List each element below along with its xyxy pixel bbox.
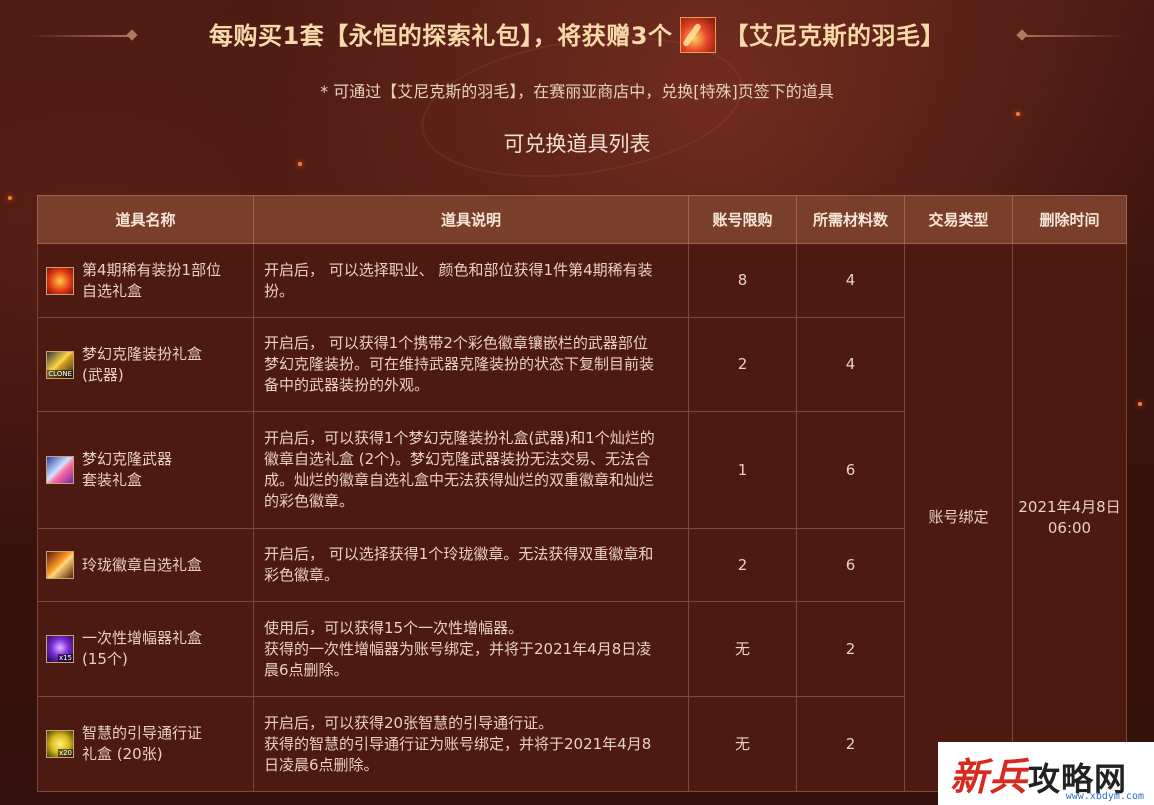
clone-weapon-set-icon [46, 456, 74, 484]
weapon-clone-icon: CLONE [46, 350, 74, 379]
ember-particle [298, 162, 302, 166]
item-name: 梦幻克隆装扮礼盒 (武器) [82, 344, 203, 384]
list-title: 可兑换道具列表 [503, 132, 651, 156]
table-header-row: 道具名称 道具说明 账号限购 所需材料数 交易类型 删除时间 [37, 195, 1127, 244]
account-limit: 2 [688, 528, 797, 602]
item-name: 智慧的引导通行证 礼盒 (20张) [82, 724, 203, 763]
item-name-cell: CLONE 梦幻克隆装扮礼盒 (武器) [37, 317, 254, 412]
materials-count: 6 [796, 411, 905, 529]
materials-count: 4 [796, 243, 905, 318]
item-name-cell: 玲珑徽章自选礼盒 [37, 528, 254, 602]
delete-time: 2021年4月8日 06:00 [1012, 243, 1127, 792]
amplifier-icon: x15 [46, 635, 74, 663]
account-limit: 8 [688, 243, 797, 318]
item-name-cell: 梦幻克隆武器 套装礼盒 [37, 411, 254, 529]
materials-count: 6 [796, 528, 905, 602]
materials-count: 2 [796, 696, 905, 792]
exchange-table-container: 道具名称 道具说明 账号限购 所需材料数 交易类型 删除时间 第4期稀有装扮1部… [37, 195, 1127, 792]
trade-type: 账号绑定 [904, 243, 1013, 792]
header-account-limit: 账号限购 [688, 195, 797, 244]
item-name-cell: x15 一次性增幅器礼盒 (15个) [37, 601, 254, 697]
item-description: 开启后，可以获得20张智慧的引导通行证。 获得的智慧的引导通行证为账号绑定，并将于… [253, 696, 689, 792]
header-delete-time: 删除时间 [1012, 195, 1127, 244]
exchange-table: 道具名称 道具说明 账号限购 所需材料数 交易类型 删除时间 第4期稀有装扮1部… [37, 195, 1127, 792]
item-description: 开启后， 可以选择职业、 颜色和部位获得1件第4期稀有装 扮。 [253, 243, 689, 318]
item-name: 梦幻克隆武器 套装礼盒 [82, 450, 173, 489]
item-name-cell: x20 智慧的引导通行证 礼盒 (20张) [37, 696, 254, 792]
account-limit: 1 [688, 411, 797, 529]
costume-box-icon [46, 266, 74, 295]
item-description: 开启后， 可以获得1个携带2个彩色徽章镶嵌栏的武器部位 梦幻克隆装扮。可在维持武器… [253, 317, 689, 412]
item-name-cell: 第4期稀有装扮1部位 自选礼盒 [37, 243, 254, 318]
table-row: 第4期稀有装扮1部位 自选礼盒 开启后， 可以选择职业、 颜色和部位获得1件第4期… [37, 243, 1127, 792]
ember-particle [8, 196, 12, 200]
account-limit: 2 [688, 317, 797, 412]
header-item-name: 道具名称 [37, 195, 254, 244]
header-item-desc: 道具说明 [253, 195, 689, 244]
promo-title-part1: 每购买1套【永恒的探索礼包】，将获赠3个 [209, 22, 673, 50]
promo-title: 每购买1套【永恒的探索礼包】，将获赠3个 【艾尼克斯的羽毛】 [0, 16, 1154, 57]
feather-icon [680, 17, 717, 53]
emblem-box-icon [46, 551, 74, 579]
item-name: 第4期稀有装扮1部位 自选礼盒 [82, 260, 222, 300]
item-name: 一次性增幅器礼盒 (15个) [82, 629, 203, 668]
materials-count: 4 [796, 317, 905, 412]
ember-particle [1016, 112, 1020, 116]
header-trade-type: 交易类型 [904, 195, 1013, 244]
account-limit: 无 [688, 601, 797, 697]
item-description: 使用后，可以获得15个一次性增幅器。 获得的一次性增幅器为账号绑定，并将于2021… [253, 601, 689, 697]
guide-ticket-icon: x20 [46, 730, 74, 758]
item-description: 开启后，可以获得1个梦幻克隆装扮礼盒(武器)和1个灿烂的 徽章自选礼盒 (2个)。… [253, 411, 689, 529]
header-materials: 所需材料数 [796, 195, 905, 244]
item-name: 玲珑徽章自选礼盒 [82, 555, 203, 574]
site-watermark: 新兵攻略网 www.xbdym.com [938, 742, 1154, 805]
ember-particle [1138, 402, 1142, 406]
materials-count: 2 [796, 601, 905, 697]
promo-title-part2: 【艾尼克斯的羽毛】 [724, 22, 945, 50]
item-description: 开启后， 可以选择获得1个玲珑徽章。无法获得双重徽章和 彩色徽章。 [253, 528, 689, 602]
promo-subtitle: * 可通过【艾尼克斯的羽毛】，在赛丽亚商店中，兑换[特殊]页签下的道具 [320, 82, 834, 101]
account-limit: 无 [688, 696, 797, 792]
watermark-url: www.xbdym.com [1065, 791, 1144, 802]
